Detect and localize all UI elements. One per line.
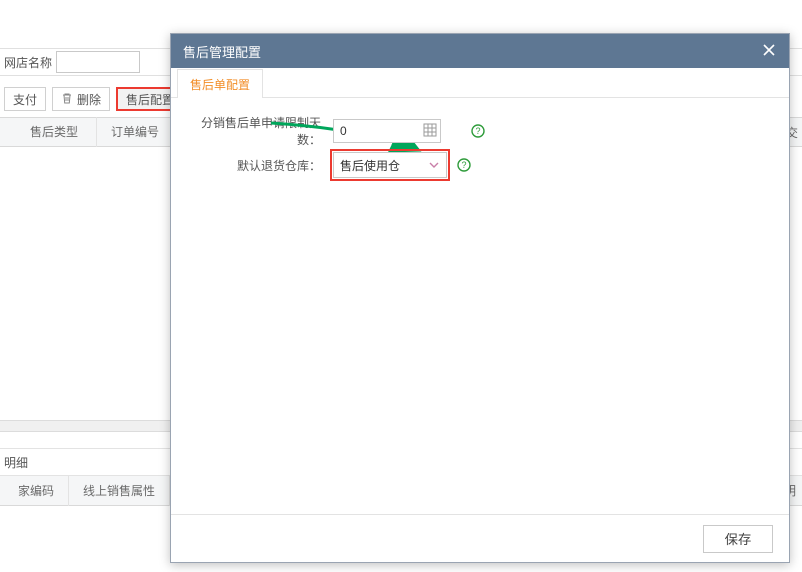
th-type: 售后类型 xyxy=(16,117,97,147)
limit-days-input-wrap xyxy=(333,119,441,143)
save-button-label: 保存 xyxy=(725,532,752,547)
row-default-warehouse: 默认退货仓库： 售后使用仓 ? xyxy=(183,148,777,182)
delete-button-label: 删除 xyxy=(77,91,101,108)
after-config-button-label: 售后配置 xyxy=(126,91,174,108)
dth-code: 家编码 xyxy=(4,476,69,506)
default-warehouse-select[interactable]: 售后使用仓 xyxy=(333,152,447,178)
help-icon[interactable]: ? xyxy=(457,158,471,172)
th-order-no: 订单编号 xyxy=(97,117,177,147)
modal-footer: 保存 xyxy=(171,514,789,562)
tab-after-sale-order-config[interactable]: 售后单配置 xyxy=(177,69,263,98)
tab-label: 售后单配置 xyxy=(190,76,250,93)
shop-name-label: 网店名称 xyxy=(4,54,52,71)
save-button[interactable]: 保存 xyxy=(703,525,773,553)
calculator-icon[interactable] xyxy=(423,123,437,137)
modal-header: 售后管理配置 xyxy=(171,34,789,68)
tab-strip: 售后单配置 xyxy=(171,68,789,98)
pay-button[interactable]: 支付 xyxy=(4,87,46,111)
limit-days-label: 分销售后单申请限制天数： xyxy=(183,114,321,148)
help-icon[interactable]: ? xyxy=(471,124,485,138)
shop-name-input[interactable] xyxy=(56,51,140,73)
default-warehouse-label: 默认退货仓库： xyxy=(183,157,321,174)
svg-text:?: ? xyxy=(475,126,480,136)
modal-body: 分销售后单申请限制天数： ? 默认退货仓库： 售后使用仓 ? xyxy=(171,98,789,514)
pay-button-label: 支付 xyxy=(13,91,37,108)
detail-label: 明细 xyxy=(4,454,28,471)
toolbar: 支付 删除 售后配置 xyxy=(0,86,184,112)
svg-text:?: ? xyxy=(461,160,466,170)
after-sale-config-modal: 售后管理配置 售后单配置 分销售后单申请限制天数： xyxy=(170,33,790,563)
close-button[interactable] xyxy=(761,43,777,59)
close-icon xyxy=(762,43,776,60)
trash-icon xyxy=(61,92,73,107)
dth-attr: 线上销售属性 xyxy=(69,476,170,506)
modal-title: 售后管理配置 xyxy=(183,42,261,61)
delete-button[interactable]: 删除 xyxy=(52,87,110,111)
default-warehouse-value: 售后使用仓 xyxy=(340,157,400,174)
row-limit-days: 分销售后单申请限制天数： ? xyxy=(183,114,777,148)
chevron-down-icon xyxy=(428,159,440,171)
